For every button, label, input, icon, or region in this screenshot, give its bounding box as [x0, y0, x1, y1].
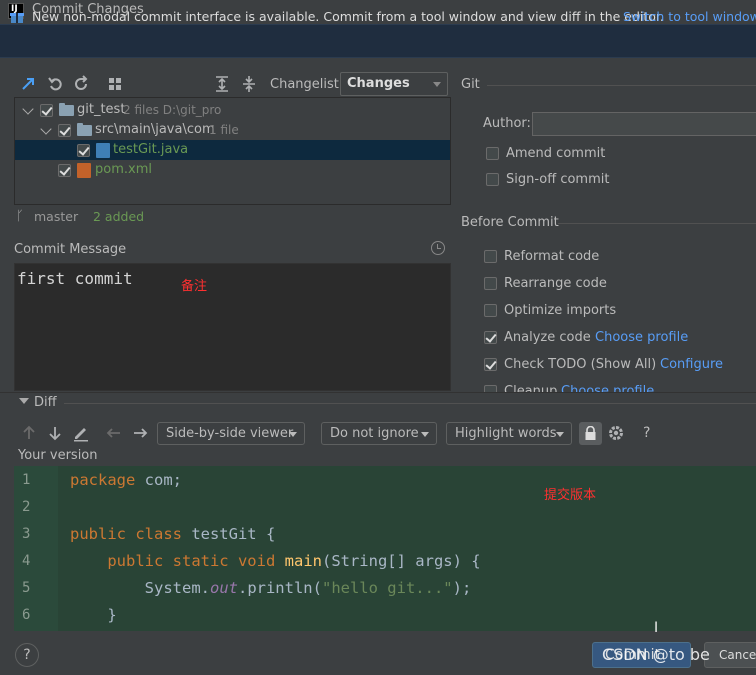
highlight-dropdown[interactable]: Highlight words — [446, 422, 572, 445]
before-commit-label: Rearrange code — [504, 276, 607, 291]
before-commit-checkbox[interactable] — [484, 331, 497, 344]
ignore-whitespace-dropdown[interactable]: Do not ignore — [321, 422, 437, 445]
highlight-value: Highlight words — [455, 426, 557, 441]
line-gutter — [14, 466, 58, 631]
gear-icon[interactable] — [607, 424, 625, 442]
divider — [0, 392, 756, 393]
chevron-down-icon — [289, 432, 297, 437]
cancel-button-label: Cancel — [719, 648, 756, 662]
line-number: 5 — [22, 580, 31, 596]
help-button[interactable]: ? — [15, 643, 39, 667]
divider — [64, 403, 756, 404]
code-line: } — [70, 606, 117, 624]
before-commit-label: Optimize imports — [504, 303, 617, 318]
chevron-down-icon — [556, 432, 564, 437]
before-commit-options: Reformat code Rearrange code Optimize impo… — [0, 0, 756, 392]
diff-help-icon[interactable]: ? — [643, 425, 650, 441]
annotation-note: 提交版本 — [544, 488, 597, 503]
before-commit-label: Cleanup — [504, 384, 558, 392]
before-commit-link[interactable]: Configure — [660, 357, 723, 372]
before-commit-link[interactable]: Choose profile — [561, 384, 654, 392]
next-difference-icon[interactable] — [46, 424, 64, 442]
cancel-button[interactable]: Cancel — [704, 642, 756, 668]
line-number: 2 — [22, 499, 31, 515]
before-commit-checkbox[interactable] — [484, 304, 497, 317]
code-line: System.out.println("hello git..."); — [70, 579, 472, 597]
before-commit-checkbox[interactable] — [484, 385, 497, 392]
previous-difference-icon[interactable] — [20, 424, 38, 442]
code-line: public static void main(String[] args) { — [107, 552, 481, 570]
ignore-whitespace-value: Do not ignore — [330, 426, 419, 441]
code-line: public class testGit { — [70, 525, 276, 543]
back-arrow-icon[interactable] — [105, 424, 123, 442]
chevron-down-icon[interactable] — [19, 398, 29, 404]
before-commit-label: Check TODO (Show All) — [504, 357, 657, 372]
line-number: 4 — [22, 553, 31, 569]
diff-section-title: Diff — [34, 395, 57, 410]
watermark: CSDN @to be — [602, 645, 710, 664]
edit-source-icon[interactable] — [72, 424, 90, 442]
line-number: 6 — [22, 607, 31, 623]
line-number: 1 — [22, 472, 31, 488]
chevron-down-icon — [421, 432, 429, 437]
before-commit-link[interactable]: Choose profile — [595, 330, 688, 345]
lock-icon — [585, 426, 596, 440]
before-commit-checkbox[interactable] — [484, 358, 497, 371]
before-commit-label: Analyze code — [504, 330, 591, 345]
lock-button[interactable] — [579, 422, 602, 445]
code-line: package com; — [70, 471, 182, 489]
forward-arrow-icon[interactable] — [131, 424, 149, 442]
your-version-label: Your version — [18, 448, 98, 463]
line-number: 3 — [22, 526, 31, 542]
viewer-mode-value: Side-by-side viewer — [166, 426, 294, 441]
viewer-mode-dropdown[interactable]: Side-by-side viewer — [157, 422, 305, 445]
text-cursor-icon: I — [654, 620, 659, 636]
code-viewer[interactable]: 1 2 3 4 5 6 package com; public class te… — [14, 466, 756, 631]
before-commit-checkbox[interactable] — [484, 250, 497, 263]
before-commit-label: Reformat code — [504, 249, 600, 264]
before-commit-checkbox[interactable] — [484, 277, 497, 290]
